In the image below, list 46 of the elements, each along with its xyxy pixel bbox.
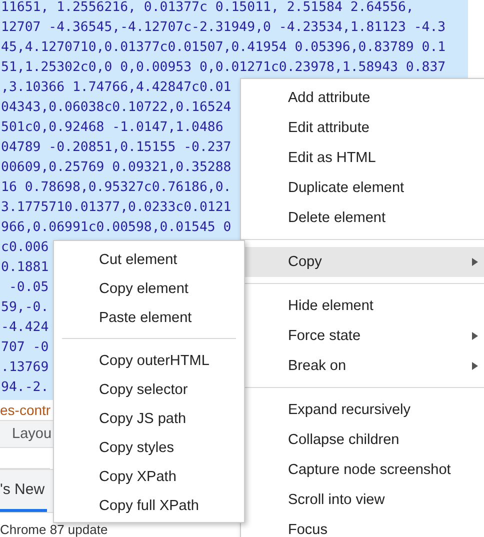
code-line: 3.1775710.01377,0.0233c0.0121 bbox=[0, 200, 232, 217]
breadcrumb-link[interactable]: es-contr bbox=[0, 400, 51, 420]
code-line: 11651, 1.2556216, 0.01377c 0.15011, 2.51584 2.64556, bbox=[0, 0, 414, 17]
menu-item[interactable]: Delete element bbox=[241, 203, 484, 233]
menu-item[interactable]: Break on bbox=[241, 351, 484, 381]
menu-item[interactable]: Copy outerHTML bbox=[54, 346, 244, 375]
menu-item[interactable]: Copy XPath bbox=[54, 462, 244, 491]
menu-item[interactable]: Paste element bbox=[54, 303, 244, 332]
menu-item[interactable]: Copy styles bbox=[54, 433, 244, 462]
drawer-tab[interactable]: 's New bbox=[0, 470, 47, 512]
menu-item[interactable]: Duplicate element bbox=[241, 173, 484, 203]
code-line: 51,1.25302c0,0 0,0.00953 0,0.01271c0.23978,1.58943 0.837 bbox=[0, 60, 446, 77]
menu-item[interactable]: Force state bbox=[241, 321, 484, 351]
menu-item[interactable]: Copy JS path bbox=[54, 404, 244, 433]
code-line: 501c0,0.92468 -1.0147,1.0486 bbox=[0, 120, 224, 137]
menu-item[interactable]: Copy selector bbox=[54, 375, 244, 404]
menu-item[interactable]: Collapse children bbox=[241, 425, 484, 455]
menu-item[interactable]: Edit as HTML bbox=[241, 143, 484, 173]
menu-item[interactable]: Capture node screenshot bbox=[241, 455, 484, 485]
code-line: 966,0.06991c0.00598,0.01545 0 bbox=[0, 220, 232, 237]
code-line: ,3.10366 1.74766,4.42847c0.01 bbox=[0, 80, 232, 97]
menu-item[interactable]: Copy element bbox=[54, 274, 244, 303]
code-line: 707 -0 bbox=[0, 340, 49, 357]
code-line: .13769 bbox=[0, 360, 49, 377]
menu-item[interactable]: Scroll into view bbox=[241, 485, 484, 515]
menu-item[interactable]: Focus bbox=[241, 515, 484, 537]
menu-item[interactable]: Edit attribute bbox=[241, 113, 484, 143]
code-line: 04789 -0.20851,0.15155 -0.237 bbox=[0, 140, 232, 157]
code-line: 45,4.1270710,0.01377c0.01507,0.41954 0.05396,0.83789 0.1 bbox=[0, 40, 446, 57]
menu-item[interactable]: Copy full XPath bbox=[54, 491, 244, 520]
code-line: 94.-2. bbox=[0, 380, 49, 397]
drawer-text: Chrome 87 update bbox=[0, 522, 108, 537]
code-line: 16 0.78698,0.95327c0.76186,0. bbox=[0, 180, 232, 197]
menu-item[interactable]: Cut element bbox=[54, 245, 244, 274]
code-line: 59,-0. bbox=[0, 300, 49, 317]
menu-item[interactable]: Add attribute bbox=[241, 83, 484, 113]
code-line: -4.424 bbox=[0, 320, 49, 337]
menu-item[interactable]: Expand recursively bbox=[241, 395, 484, 425]
code-line: 12707 -4.36545,-4.12707c-2.31949,0 -4.23534,1.81123 -4.3 bbox=[0, 20, 446, 37]
panel-tab[interactable]: Layou bbox=[12, 421, 52, 447]
code-line: 0.1881 bbox=[0, 260, 49, 277]
code-line: -0.05 bbox=[8, 280, 49, 297]
code-line: 00609,0.25769 0.09321,0.35288 bbox=[0, 160, 232, 177]
code-line: c0.006 bbox=[0, 240, 49, 257]
menu-item[interactable]: Hide element bbox=[241, 291, 484, 321]
code-line: 04343,0.06038c0.10722,0.16524 bbox=[0, 100, 232, 117]
